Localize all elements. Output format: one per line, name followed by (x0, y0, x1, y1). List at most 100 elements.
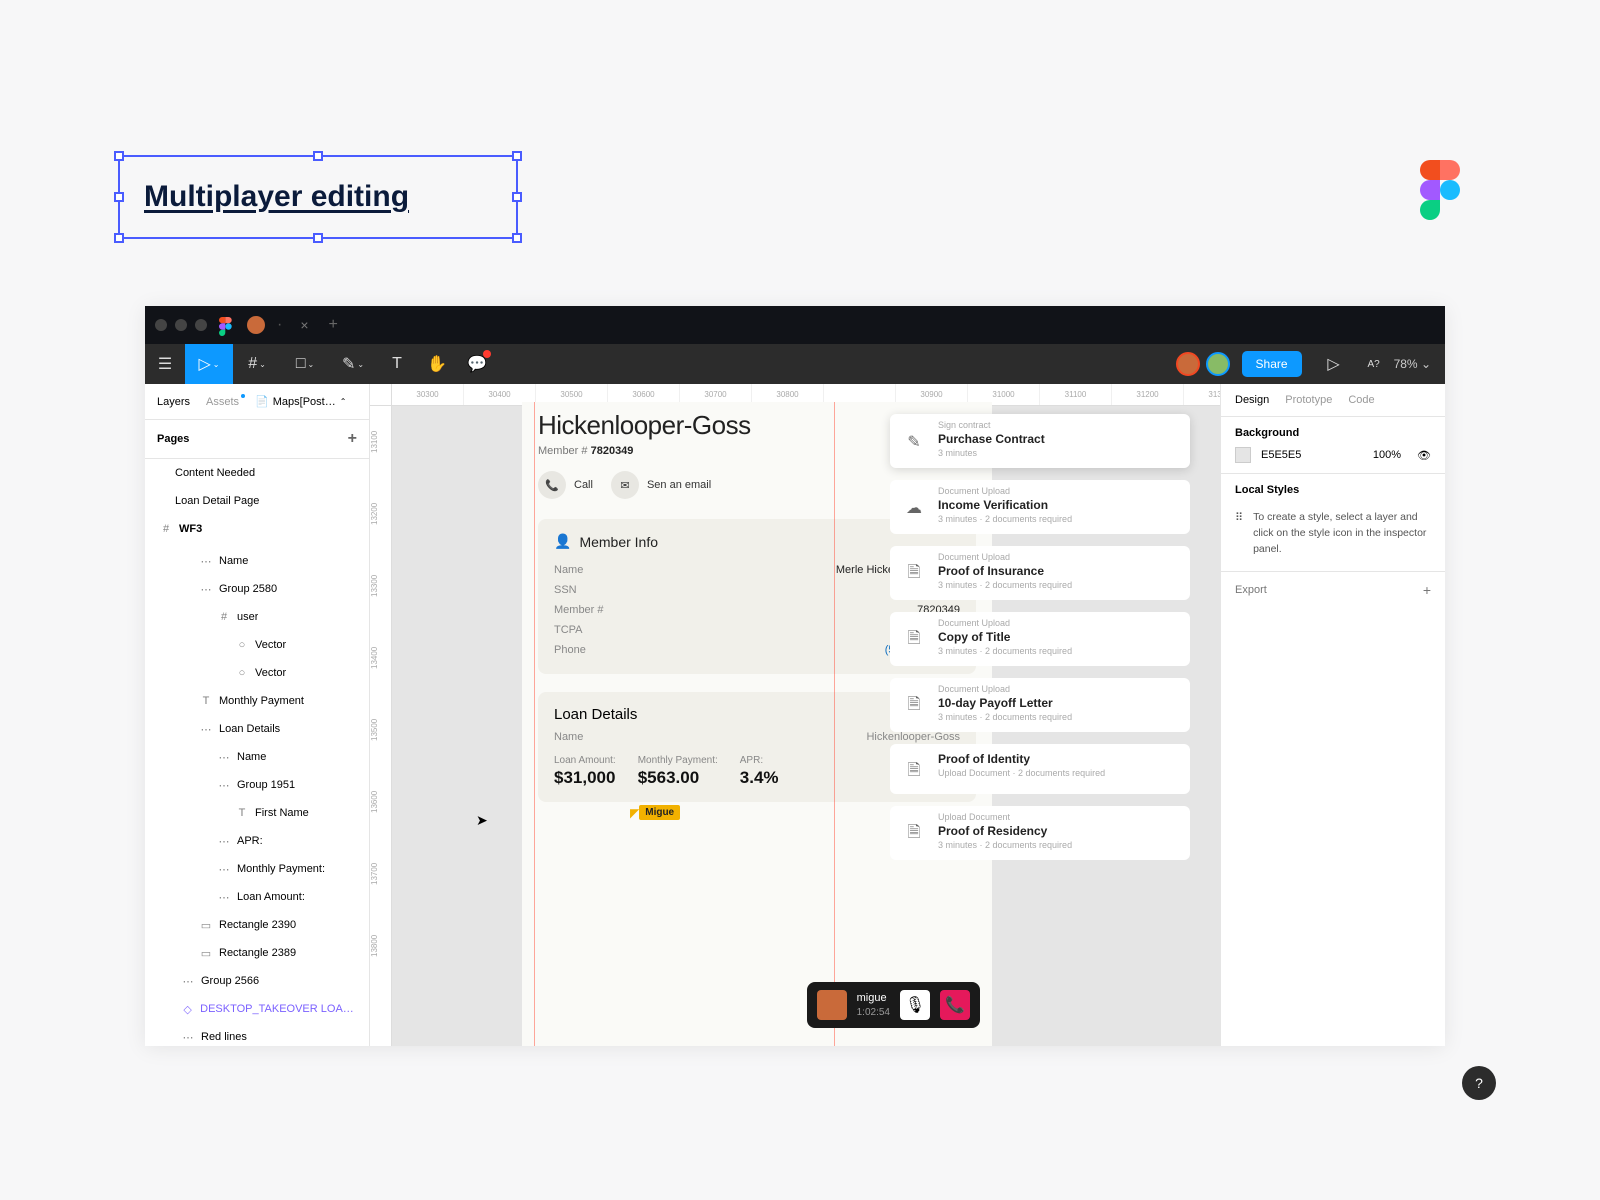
background-swatch[interactable] (1235, 447, 1251, 463)
document-item[interactable]: 🗎Document UploadCopy of Title3 minutes ·… (890, 612, 1190, 666)
new-tab-icon[interactable]: + (329, 316, 338, 334)
document-item[interactable]: 🗎Document Upload10-day Payoff Letter3 mi… (890, 678, 1190, 732)
present-icon[interactable]: ▷ (1314, 344, 1354, 384)
guide-line (534, 402, 535, 1046)
add-export-icon[interactable]: + (1423, 582, 1431, 598)
selection-handle (114, 151, 124, 161)
layer-item[interactable]: ○Vector (145, 631, 369, 659)
document-item[interactable]: ✎Sign contractPurchase Contract3 minutes (890, 414, 1190, 468)
visibility-icon[interactable]: 👁 (1417, 449, 1431, 462)
document-icon: 🗎 (902, 694, 926, 718)
collaborator-avatar[interactable] (1176, 352, 1200, 376)
layer-item[interactable]: ○Vector (145, 659, 369, 687)
background-opacity[interactable]: 100% (1373, 449, 1401, 461)
design-tab[interactable]: Design (1235, 394, 1269, 406)
title-selection-frame: Multiplayer editing (118, 155, 518, 239)
move-tool-icon[interactable]: ▷⌄ (185, 344, 233, 384)
phone-icon: 📞 (538, 471, 566, 499)
document-icon: ✎ (902, 430, 926, 454)
page-item[interactable]: Loan Detail Page (145, 487, 369, 515)
share-button[interactable]: Share (1242, 351, 1302, 377)
mic-button[interactable]: 🎙 (900, 990, 930, 1020)
prototype-tab[interactable]: Prototype (1285, 394, 1332, 406)
add-page-icon[interactable]: + (348, 430, 357, 448)
pages-header: Pages (157, 433, 189, 445)
selection-handle (512, 151, 522, 161)
hamburger-menu-icon[interactable]: ☰ (145, 344, 185, 384)
document-icon: 🗎 (902, 822, 926, 846)
help-button[interactable]: ? (1462, 1066, 1496, 1100)
figma-logo-icon (1420, 160, 1460, 225)
collaborator-cursor: ◤Migue (630, 805, 680, 820)
shape-tool-icon[interactable]: □⌄ (281, 344, 329, 384)
layer-item[interactable]: ▭Rectangle 2390 (145, 911, 369, 939)
tab-divider: · (277, 316, 282, 334)
pen-tool-icon[interactable]: ✎⌄ (329, 344, 377, 384)
window-controls[interactable] (155, 319, 207, 331)
background-hex[interactable]: E5E5E5 (1261, 449, 1301, 461)
document-icon: 🗎 (902, 628, 926, 652)
file-selector[interactable]: 📄 Maps[Post… ⌃ (255, 395, 346, 408)
pointer-cursor-icon: ➤ (476, 812, 488, 829)
text-tool-icon[interactable]: T (377, 344, 417, 384)
layer-item[interactable]: ⋯Group 2566 (145, 967, 369, 995)
selection-handle (114, 233, 124, 243)
call-action[interactable]: 📞Call (538, 471, 593, 499)
loan-stat: APR:3.4% (740, 755, 779, 788)
layer-item[interactable]: ◇DESKTOP_TAKEOVER LOAN A… (145, 995, 369, 1023)
layer-item[interactable]: ⋯Loan Details (145, 715, 369, 743)
document-icon: ☁ (902, 496, 926, 520)
document-item[interactable]: 🗎Proof of IdentityUpload Document · 2 do… (890, 744, 1190, 794)
figma-editor-window: · × + ☰ ▷⌄ #⌄ □⌄ ✎⌄ T ✋ 💬 Share ▷ A? 78%… (145, 306, 1445, 1046)
background-label: Background (1235, 427, 1431, 439)
hand-tool-icon[interactable]: ✋ (417, 344, 457, 384)
document-item[interactable]: ☁Document UploadIncome Verification3 min… (890, 480, 1190, 534)
export-label: Export (1235, 584, 1267, 596)
selection-handle (313, 151, 323, 161)
layer-item[interactable]: ⋯Group 1951 (145, 771, 369, 799)
layer-item[interactable]: TFirst Name (145, 799, 369, 827)
email-action[interactable]: ✉Sen an email (611, 471, 711, 499)
canvas[interactable]: 3030030400305003060030700308003090031000… (370, 384, 1220, 1046)
frame-tool-icon[interactable]: #⌄ (233, 344, 281, 384)
layer-item[interactable]: ⋯Red lines (145, 1023, 369, 1046)
code-tab[interactable]: Code (1348, 394, 1374, 406)
ruler-corner (370, 384, 392, 406)
layer-item[interactable]: ⋯Group 2580 (145, 575, 369, 603)
layer-item[interactable]: ⋯Name (145, 743, 369, 771)
layer-item[interactable]: #user (145, 603, 369, 631)
view-settings-icon[interactable]: A? (1354, 344, 1394, 384)
call-avatar (817, 990, 847, 1020)
left-panel: Layers Assets 📄 Maps[Post… ⌃ Pages + Con… (145, 384, 370, 1046)
document-item[interactable]: 🗎Document UploadProof of Insurance3 minu… (890, 546, 1190, 600)
layers-tab[interactable]: Layers (157, 396, 190, 408)
collaborator-avatar[interactable] (1206, 352, 1230, 376)
right-panel: Design Prototype Code Background E5E5E5 … (1220, 384, 1445, 1046)
layer-item[interactable]: ⋯Name (145, 547, 369, 575)
document-list: ✎Sign contractPurchase Contract3 minutes… (890, 414, 1190, 872)
assets-tab[interactable]: Assets (206, 396, 239, 408)
page-item[interactable]: Content Needed (145, 459, 369, 487)
styles-grid-icon: ⠿ (1235, 510, 1243, 557)
selection-handle (114, 192, 124, 202)
hangup-button[interactable]: 📞 (940, 990, 970, 1020)
zoom-level[interactable]: 78% ⌄ (1394, 357, 1431, 371)
layer-item[interactable]: ▭Rectangle 2389 (145, 939, 369, 967)
tab-close-icon[interactable]: × (300, 317, 308, 333)
page-item[interactable]: #WF3 (145, 515, 369, 543)
comment-tool-icon[interactable]: 💬 (457, 344, 497, 384)
local-styles-label: Local Styles (1235, 484, 1431, 496)
loan-stat: Loan Amount:$31,000 (554, 755, 616, 788)
layer-item[interactable]: ⋯APR: (145, 827, 369, 855)
document-icon: 🗎 (902, 562, 926, 586)
figma-home-icon[interactable] (219, 317, 235, 333)
file-tab-avatar[interactable] (247, 316, 265, 334)
document-icon: 🗎 (902, 760, 926, 784)
document-item[interactable]: 🗎Upload DocumentProof of Residency3 minu… (890, 806, 1190, 860)
layer-item[interactable]: TMonthly Payment (145, 687, 369, 715)
layer-item[interactable]: ⋯Loan Amount: (145, 883, 369, 911)
vertical-ruler: 1310013200133001340013500136001370013800 (370, 406, 392, 1046)
layer-item[interactable]: ⋯Monthly Payment: (145, 855, 369, 883)
loan-stat: Monthly Payment:$563.00 (638, 755, 718, 788)
call-overlay: migue1:02:54 🎙 📞 (807, 982, 980, 1028)
